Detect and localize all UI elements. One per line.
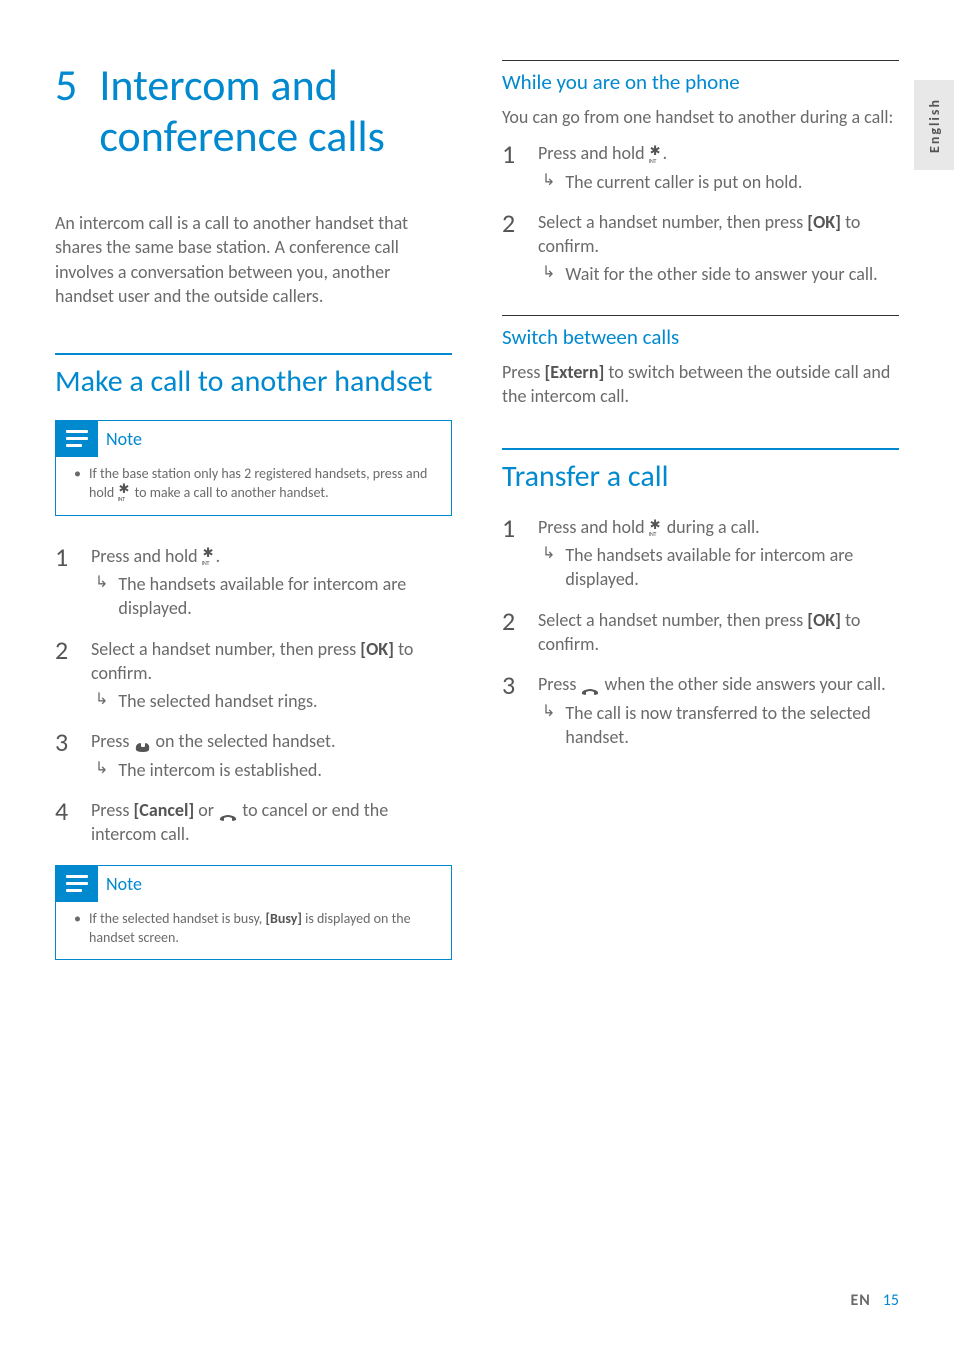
note-header: Note (56, 866, 451, 902)
step-number: 3 (55, 729, 75, 782)
result-text: The call is now transferred to the selec… (565, 701, 899, 750)
step-1: 1 Press and hold . ↳ The current caller … (502, 141, 899, 194)
result-text: The selected handset rings. (118, 689, 317, 713)
step-1: 1 Press and hold . ↳ The handsets availa… (55, 544, 452, 621)
left-column: 5 Intercom and conference calls An inter… (55, 60, 452, 988)
subsection-while-on-phone-heading: While you are on the phone (502, 60, 899, 95)
step-1: 1 Press and hold during a call. ↳ The ha… (502, 515, 899, 592)
result-text: Wait for the other side to answer your c… (565, 262, 877, 286)
step-number: 3 (502, 672, 522, 749)
step-number: 2 (502, 608, 522, 657)
step-2: 2 Select a handset number, then press [O… (55, 637, 452, 714)
switch-calls-para: Press [Extern] to switch between the out… (502, 360, 899, 409)
language-tab: English (914, 80, 954, 170)
while-on-phone-para: You can go from one handset to another d… (502, 105, 899, 129)
steps-while-on-phone: 1 Press and hold . ↳ The current caller … (502, 141, 899, 286)
result-arrow-icon: ↳ (95, 572, 108, 621)
note-text: If the selected handset is busy, [Busy] … (89, 910, 439, 948)
result-arrow-icon: ↳ (95, 689, 108, 713)
note-icon (56, 421, 98, 457)
bullet-dot: • (74, 465, 81, 503)
result-arrow-icon: ↳ (542, 170, 555, 194)
step-number: 1 (502, 515, 522, 592)
page-content: 5 Intercom and conference calls An inter… (55, 60, 899, 988)
int-key-icon (649, 147, 663, 163)
note-label: Note (106, 873, 142, 895)
intro-paragraph: An intercom call is a call to another ha… (55, 211, 452, 308)
chapter-heading: Intercom and conference calls (99, 60, 452, 161)
result-text: The handsets available for intercom are … (565, 543, 899, 592)
step-number: 1 (55, 544, 75, 621)
end-call-icon (218, 806, 238, 818)
int-key-icon (117, 485, 131, 501)
result-text: The handsets available for intercom are … (118, 572, 452, 621)
result-arrow-icon: ↳ (95, 758, 108, 782)
note-box-2: Note • If the selected handset is busy, … (55, 865, 452, 961)
result-arrow-icon: ↳ (542, 543, 555, 592)
result-arrow-icon: ↳ (542, 701, 555, 750)
end-call-icon (580, 680, 600, 692)
note-text: If the base station only has 2 registere… (89, 465, 439, 503)
int-key-icon (202, 549, 216, 565)
bullet-dot: • (74, 910, 81, 948)
steps-make-call: 1 Press and hold . ↳ The handsets availa… (55, 544, 452, 847)
step-2: 2 Select a handset number, then press [O… (502, 210, 899, 287)
footer-language: EN (850, 1291, 870, 1310)
step-number: 4 (55, 798, 75, 847)
note-icon (56, 866, 98, 902)
section-transfer-call-heading: Transfer a call (502, 448, 899, 495)
step-3: 3 Press on the selected handset. ↳ The i… (55, 729, 452, 782)
chapter-title: 5 Intercom and conference calls (55, 60, 452, 161)
chapter-number: 5 (55, 60, 77, 161)
result-arrow-icon: ↳ (542, 262, 555, 286)
note-body: • If the selected handset is busy, [Busy… (56, 902, 451, 960)
step-number: 2 (502, 210, 522, 287)
step-2: 2 Select a handset number, then press [O… (502, 608, 899, 657)
step-number: 2 (55, 637, 75, 714)
steps-transfer-call: 1 Press and hold during a call. ↳ The ha… (502, 515, 899, 749)
note-box-1: Note • If the base station only has 2 re… (55, 420, 452, 516)
step-4: 4 Press [Cancel] or to cancel or end the… (55, 798, 452, 847)
step-number: 1 (502, 141, 522, 194)
note-header: Note (56, 421, 451, 457)
talk-key-icon (133, 736, 151, 750)
subsection-switch-calls-heading: Switch between calls (502, 315, 899, 350)
step-3: 3 Press when the other side answers your… (502, 672, 899, 749)
language-tab-label: English (926, 98, 943, 153)
note-label: Note (106, 428, 142, 450)
result-text: The intercom is established. (118, 758, 322, 782)
result-text: The current caller is put on hold. (565, 170, 802, 194)
int-key-icon (649, 521, 663, 537)
section-make-call-heading: Make a call to another handset (55, 353, 452, 400)
note-body: • If the base station only has 2 registe… (56, 457, 451, 515)
right-column: While you are on the phone You can go fr… (502, 60, 899, 988)
page-footer: EN 15 (850, 1291, 899, 1310)
footer-page-number: 15 (883, 1291, 899, 1310)
